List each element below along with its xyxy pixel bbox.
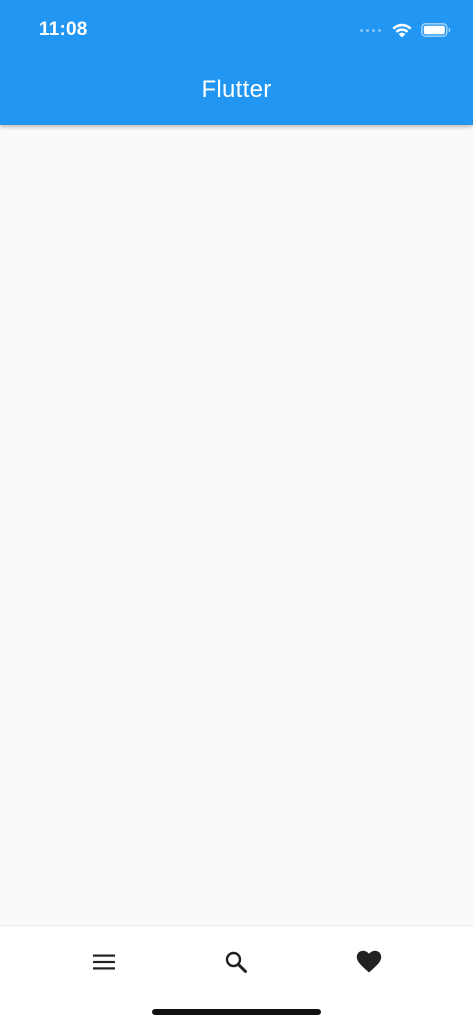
favorite-button[interactable]	[339, 942, 399, 982]
search-button[interactable]	[206, 942, 266, 982]
menu-icon	[93, 954, 115, 970]
status-icons	[360, 20, 451, 40]
home-indicator[interactable]	[152, 1009, 321, 1015]
battery-icon	[421, 23, 451, 37]
menu-button[interactable]	[74, 942, 134, 982]
heart-icon	[356, 950, 382, 973]
signal-dots-icon	[360, 28, 381, 32]
app-bar: 11:08 Flutter	[0, 0, 473, 125]
status-bar: 11:08	[0, 0, 473, 60]
bottom-navigation-bar	[0, 925, 473, 1025]
app-title: Flutter	[201, 76, 272, 103]
status-time: 11:08	[39, 19, 88, 40]
search-icon	[225, 951, 247, 973]
main-content	[0, 125, 473, 925]
wifi-icon	[392, 23, 412, 38]
